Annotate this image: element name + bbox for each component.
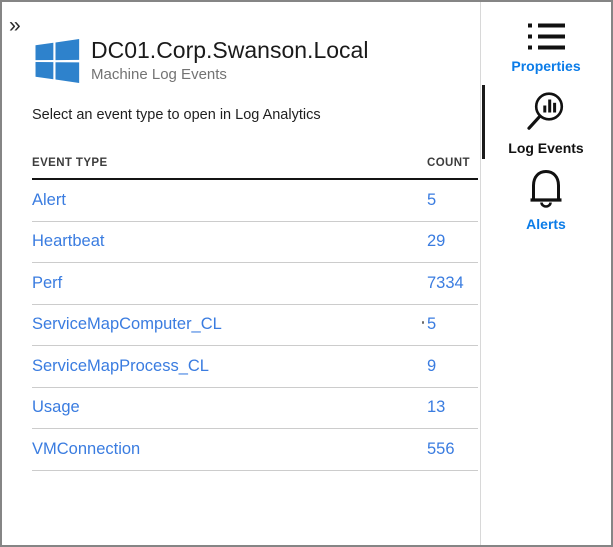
event-type-link[interactable]: Heartbeat [32, 232, 427, 251]
table-row[interactable]: VMConnection 556 [32, 429, 478, 471]
toolbar-item-alerts[interactable]: Alerts [481, 168, 611, 232]
event-type-link[interactable]: Alert [32, 191, 427, 210]
event-type-link[interactable]: ServiceMapProcess_CL [32, 357, 427, 376]
double-chevron-right-icon: » [9, 14, 21, 37]
event-type-link[interactable]: Perf [32, 274, 427, 293]
search-analytics-icon [527, 92, 564, 130]
event-type-link[interactable]: VMConnection [32, 440, 427, 459]
blade-toolbar: Properties Log Events Alerts [480, 2, 611, 545]
page-subtitle: Machine Log Events [91, 65, 227, 83]
event-type-table: EVENT TYPE COUNT Alert 5 Heartbeat 29 Pe… [32, 150, 478, 471]
machine-log-events-blade: » DC01.Corp.Swanson.Local Machine Log Ev… [0, 0, 613, 547]
toolbar-item-label: Alerts [526, 216, 566, 232]
table-row[interactable]: Heartbeat 29 [32, 222, 478, 263]
instruction-text: Select an event type to open in Log Anal… [32, 107, 321, 123]
table-row[interactable]: ServiceMapComputer_CL 5 [32, 305, 478, 346]
table-row[interactable]: Perf 7334 [32, 263, 478, 305]
event-count-link[interactable]: 9 [427, 357, 478, 376]
event-count-link[interactable]: 29 [427, 232, 478, 251]
table-header-row: EVENT TYPE COUNT [32, 150, 478, 180]
event-count-link[interactable]: 7334 [427, 274, 478, 293]
column-header-event-type: EVENT TYPE [32, 157, 108, 169]
event-count-link[interactable]: 5 [427, 191, 478, 210]
event-type-link[interactable]: ServiceMapComputer_CL [32, 315, 427, 334]
toolbar-item-log-events[interactable]: Log Events [481, 90, 611, 156]
column-header-count: COUNT [427, 157, 470, 169]
table-row[interactable]: Usage 13 [32, 388, 478, 429]
windows-logo-icon [35, 39, 80, 83]
toolbar-item-properties[interactable]: Properties [481, 22, 611, 74]
toolbar-item-label: Log Events [508, 140, 584, 156]
bulleted-list-icon [528, 23, 565, 50]
collapse-blade-button[interactable]: » [9, 15, 21, 36]
blade-header: DC01.Corp.Swanson.Local Machine Log Even… [35, 37, 369, 83]
toolbar-item-label: Properties [511, 58, 581, 74]
event-count-link[interactable]: 556 [427, 440, 478, 459]
bell-icon [530, 169, 562, 208]
table-row[interactable]: Alert 5 [32, 180, 478, 222]
event-count-link[interactable]: 13 [427, 398, 478, 417]
blade-titles: DC01.Corp.Swanson.Local Machine Log Even… [91, 37, 369, 83]
cursor-artifact [422, 321, 424, 324]
page-title: DC01.Corp.Swanson.Local [91, 37, 369, 63]
table-row[interactable]: ServiceMapProcess_CL 9 [32, 346, 478, 388]
event-type-link[interactable]: Usage [32, 398, 427, 417]
event-count-link[interactable]: 5 [427, 315, 478, 334]
